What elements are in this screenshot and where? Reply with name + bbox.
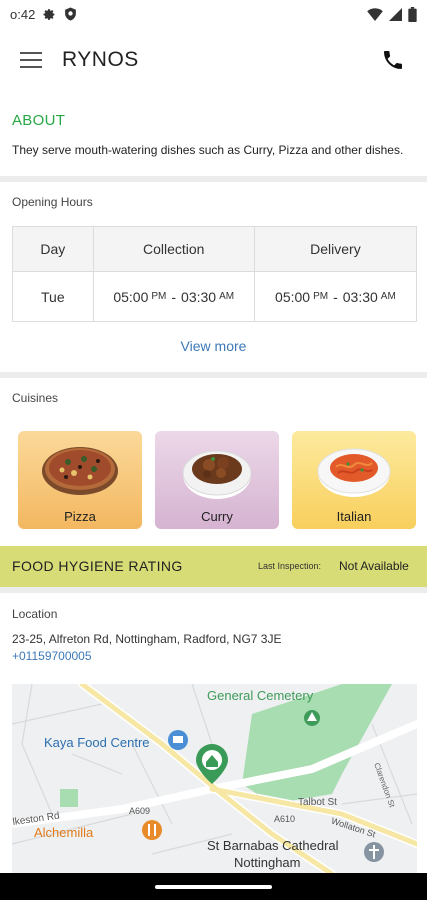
cuisines-label: Cuisines (12, 391, 59, 405)
church-pin-icon (364, 842, 384, 862)
shopping-pin-icon (168, 730, 188, 750)
curry-image (182, 450, 252, 499)
menu-icon[interactable] (20, 52, 42, 68)
wifi-icon (367, 7, 383, 21)
cuisine-card-pizza[interactable]: Pizza (18, 431, 142, 529)
opening-hours-label: Opening Hours (12, 195, 93, 209)
food-hygiene-banner: FOOD HYGIENE RATING Last Inspection: Not… (0, 546, 427, 587)
signal-icon (389, 7, 402, 21)
section-divider (0, 176, 427, 182)
settings-icon (43, 8, 55, 20)
delivery-end-ampm: AM (380, 291, 396, 302)
table-header-row: Day Collection Delivery (13, 227, 416, 272)
location-label: Location (12, 607, 58, 621)
collection-separator: - (171, 288, 177, 305)
collection-start: 05:00 (113, 288, 149, 305)
cell-delivery: 05:00 PM - 03:30 AM (255, 272, 416, 321)
pizza-image (42, 447, 118, 495)
phone-icon[interactable] (381, 48, 405, 72)
header-collection: Collection (94, 227, 255, 271)
about-heading: ABOUT (12, 112, 66, 129)
app-bar: RYNOS (0, 28, 427, 92)
map-label-a609: A609 (129, 806, 150, 816)
section-divider (0, 587, 427, 593)
food-pin-icon (142, 820, 162, 840)
header-day: Day (13, 227, 94, 271)
cuisine-card-curry[interactable]: Curry (155, 431, 279, 529)
collection-end-ampm: AM (219, 291, 235, 302)
battery-icon (408, 6, 417, 22)
cell-day: Tue (13, 272, 94, 321)
collection-start-ampm: PM (151, 291, 167, 302)
delivery-start-ampm: PM (313, 291, 329, 302)
header-delivery: Delivery (310, 241, 361, 257)
cell-collection: 05:00 PM - 03:30 AM (94, 272, 255, 321)
food-hygiene-title: FOOD HYGIENE RATING (12, 558, 183, 574)
shield-icon (65, 7, 77, 21)
map-label-cemetery: General Cemetery (207, 688, 314, 703)
location-address: 23-25, Alfreton Rd, Nottingham, Radford,… (12, 632, 282, 646)
opening-hours-table: Day Collection Delivery Tue 05:00 PM - 0… (12, 226, 417, 322)
section-divider (0, 372, 427, 378)
location-map[interactable]: General Cemetery Kaya Food Centre Ilkest… (12, 684, 417, 874)
view-more-link[interactable]: View more (0, 338, 427, 354)
collection-end: 03:30 (181, 288, 217, 305)
status-bar: o:42 (0, 0, 427, 28)
cuisine-label-curry: Curry (201, 509, 233, 524)
cuisine-card-italian[interactable]: Italian (292, 431, 416, 529)
map-canvas: General Cemetery Kaya Food Centre Ilkest… (12, 684, 417, 874)
table-row: Tue 05:00 PM - 03:30 AM 05:00 PM - 03:30… (13, 272, 416, 321)
hygiene-rating-value: Not Available (339, 559, 409, 573)
about-text: They serve mouth-watering dishes such as… (12, 143, 404, 157)
map-label-alchemilla: Alchemilla (34, 825, 94, 840)
park-pin-icon (304, 710, 320, 726)
cuisine-label-pizza: Pizza (64, 509, 96, 524)
system-navigation-bar (0, 873, 427, 900)
location-phone-link[interactable]: +01159700005 (12, 649, 92, 663)
page-title: RYNOS (62, 48, 139, 71)
delivery-end: 03:30 (342, 288, 378, 305)
map-label-kaya: Kaya Food Centre (44, 735, 150, 750)
home-gesture-handle[interactable] (155, 885, 272, 889)
map-label-barnabas-2: Nottingham (234, 855, 300, 870)
delivery-separator: - (333, 288, 338, 305)
status-time: o:42 (10, 6, 36, 22)
last-inspection-label: Last Inspection: (258, 561, 322, 571)
map-label-talbot: Talbot St (298, 797, 337, 808)
pasta-image (317, 448, 391, 497)
delivery-start: 05:00 (275, 288, 311, 305)
map-label-barnabas-1: St Barnabas Cathedral (207, 838, 339, 853)
cuisine-label-italian: Italian (336, 509, 372, 524)
map-label-a610: A610 (274, 814, 295, 824)
